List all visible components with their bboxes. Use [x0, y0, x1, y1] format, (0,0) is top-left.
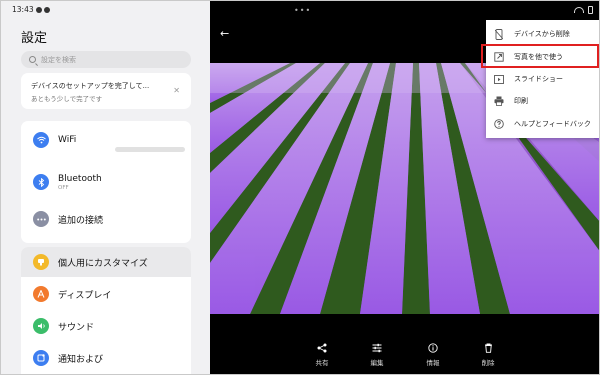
setup-card-title: デバイスのセットアップを完了して... — [31, 82, 150, 90]
settings-item-display[interactable]: ディスプレイ — [21, 279, 191, 309]
search-input[interactable]: 設定を検索 — [21, 51, 191, 68]
back-arrow-icon[interactable]: ← — [220, 27, 229, 40]
settings-item-label: 追加の接続 — [58, 215, 104, 226]
edit-button[interactable]: 編集 — [357, 341, 397, 367]
share-label: 共有 — [315, 359, 329, 367]
bluetooth-icon — [33, 174, 49, 190]
slideshow-icon — [492, 74, 506, 84]
more-icon — [33, 211, 49, 227]
palette-icon — [33, 254, 49, 270]
highlight-annotation-box — [481, 44, 599, 68]
menu-item-label: デバイスから削除 — [514, 30, 570, 38]
edit-label: 編集 — [370, 359, 384, 367]
settings-item-sub: OFF — [58, 184, 69, 191]
status-bar-right — [574, 6, 593, 14]
settings-item-notifications[interactable]: 通知および — [21, 343, 191, 373]
edit-sliders-icon — [357, 341, 397, 355]
overflow-menu: デバイスから削除 写真を他で使う スライドショー 印刷 ヘルプとフィードバック — [486, 20, 599, 138]
settings-item-label: Bluetooth — [58, 173, 102, 184]
settings-item-label: サウンド — [58, 322, 95, 333]
menu-item-print[interactable]: 印刷 — [486, 90, 599, 112]
notification-icon — [33, 350, 49, 366]
display-icon — [33, 286, 49, 302]
print-icon — [492, 96, 506, 106]
settings-item-label: ディスプレイ — [58, 290, 112, 301]
settings-item-bluetooth[interactable]: Bluetooth OFF — [21, 167, 191, 197]
sound-icon — [33, 318, 49, 334]
info-label: 情報 — [426, 359, 440, 367]
settings-panel: 13:43 設定 設定を検索 デバイスのセットアップを完了して... あともう少… — [1, 1, 210, 374]
customize-group: 個人用にカスタマイズ ディスプレイ サウンド 通知および — [21, 247, 191, 374]
settings-item-label: WiFi — [58, 135, 77, 145]
menu-item-help-feedback[interactable]: ヘルプとフィードバック — [486, 113, 599, 135]
menu-item-label: ヘルプとフィードバック — [514, 120, 591, 128]
delete-button[interactable]: 削除 — [468, 341, 508, 367]
menu-item-slideshow[interactable]: スライドショー — [486, 68, 599, 90]
settings-item-sound[interactable]: サウンド — [21, 311, 191, 341]
wifi-network-name-blurred — [115, 147, 185, 152]
status-time: 13:43 — [12, 5, 34, 14]
window-handle-icon[interactable]: ••• — [294, 6, 311, 15]
settings-item-more-connections[interactable]: 追加の接続 — [21, 204, 191, 234]
info-icon — [413, 341, 453, 355]
menu-item-label: 印刷 — [514, 97, 528, 105]
bottom-action-bar: 共有 編集 情報 削除 — [210, 341, 599, 371]
settings-status-icon — [35, 6, 42, 13]
wifi-icon — [33, 132, 49, 148]
trash-icon — [468, 341, 508, 355]
delete-label: 削除 — [481, 359, 495, 367]
wifi-status-icon — [574, 7, 584, 13]
search-icon — [29, 56, 36, 63]
battery-icon — [588, 6, 593, 14]
settings-item-customize[interactable]: 個人用にカスタマイズ — [21, 247, 191, 277]
settings-item-wifi[interactable]: WiFi — [21, 125, 191, 155]
setup-card[interactable]: デバイスのセットアップを完了して... あともう少しで完了です ✕ — [21, 73, 191, 109]
share-button[interactable]: 共有 — [302, 341, 342, 367]
help-icon — [492, 119, 506, 129]
info-button[interactable]: 情報 — [413, 341, 453, 367]
page-title: 設定 — [21, 31, 48, 46]
phone-delete-icon — [492, 28, 506, 40]
settings-item-label: 通知および — [58, 354, 104, 365]
status-bar-left: 13:43 — [12, 5, 50, 14]
status-app-icon — [43, 6, 50, 13]
connections-group: WiFi Bluetooth OFF 追加の接続 — [21, 121, 191, 243]
menu-item-label: スライドショー — [514, 75, 563, 83]
share-icon — [302, 341, 342, 355]
screen: 13:43 設定 設定を検索 デバイスのセットアップを完了して... あともう少… — [0, 0, 600, 375]
setup-card-subtitle: あともう少しで完了です — [31, 95, 103, 103]
search-placeholder: 設定を検索 — [41, 55, 76, 64]
menu-item-delete-from-device[interactable]: デバイスから削除 — [486, 23, 599, 45]
settings-item-label: 個人用にカスタマイズ — [58, 258, 148, 269]
close-icon[interactable]: ✕ — [173, 86, 180, 95]
